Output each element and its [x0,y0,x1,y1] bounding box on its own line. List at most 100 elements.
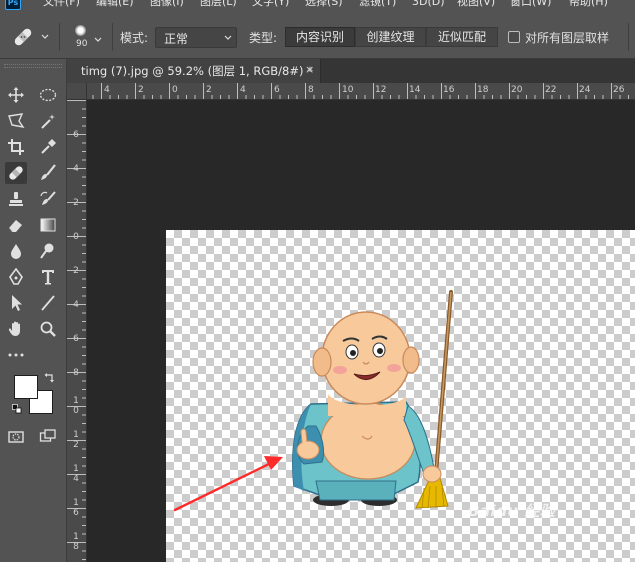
menu-type[interactable]: 文字(Y) [252,0,289,9]
vertical-ruler[interactable]: 6 4 2 0 2 4 6 8 10 12 14 16 18 [67,100,87,562]
clone-stamp-tool[interactable] [5,188,27,210]
ruler-label: 10 [342,85,354,95]
mode-select[interactable]: 正常 [155,27,237,48]
sample-all-layers-checkbox[interactable] [508,31,520,43]
lasso-tool[interactable] [5,110,27,132]
ruler-label: 6 [73,334,79,344]
watermark: Baidu 经验 [468,502,556,520]
divider [628,23,629,51]
photoshop-logo: Ps [5,0,21,10]
ruler-label: 2 [206,85,212,95]
menu-bar: Ps 文件(F) 编辑(E) 图像(I) 图层(L) 文字(Y) 选择(S) 滤… [0,0,635,11]
ruler-corner [67,83,87,100]
line-tool[interactable] [37,292,59,314]
divider [112,23,113,51]
screen-mode-icon [39,429,56,442]
default-colors-icon[interactable] [12,404,22,414]
magnifier-icon [40,321,56,337]
type-create-texture-button[interactable]: 创建纹理 [355,27,426,47]
ruler-label: 14 [73,464,79,484]
menu-help[interactable]: 帮助(H) [569,0,608,9]
ruler-label: 24 [579,85,591,95]
quick-mask-icon [8,431,24,443]
magic-wand-icon [41,114,55,129]
elliptical-marquee-icon [39,88,57,102]
menu-3d[interactable]: 3D(D) [412,0,445,9]
document-canvas[interactable] [166,230,635,562]
brush-tool[interactable] [37,162,59,184]
tool-preset-picker[interactable] [10,25,52,49]
document-tab-bar: timg (7).jpg @ 59.2% (图层 1, RGB/8#) * × [67,59,635,83]
type-tool[interactable] [37,266,59,288]
eyedropper-icon [41,139,56,154]
polygonal-lasso-icon [8,113,25,128]
divider [59,23,60,51]
ruler-label: 0 [73,232,79,242]
brush-picker[interactable]: 90 [66,23,106,53]
blur-tool[interactable] [5,240,27,262]
dodge-tool[interactable] [37,240,59,262]
document-tab[interactable]: timg (7).jpg @ 59.2% (图层 1, RGB/8#) * × [67,59,321,83]
menu-view[interactable]: 视图(V) [457,0,495,9]
options-bar: 90 模式: 正常 类型: 内容识别 创建纹理 近似匹配 对所有图层取样 [0,11,635,59]
eraser-tool[interactable] [5,214,27,236]
type-label: 类型: [249,31,278,45]
toolbar-grip[interactable] [4,64,62,68]
ruler-label: 6 [73,130,79,140]
ruler-label: 16 [443,85,455,95]
ruler-label: 2 [73,266,79,276]
menu-layer[interactable]: 图层(L) [200,0,237,9]
ruler-label: 26 [613,85,625,95]
zoom-tool[interactable] [37,318,59,340]
menu-image[interactable]: 图像(I) [150,0,184,9]
tools-panel [0,59,67,562]
ruler-label: 12 [375,85,387,95]
marquee-tool[interactable] [37,84,59,106]
crop-icon [8,139,24,155]
document-tab-title: timg (7).jpg @ 59.2% (图层 1, RGB/8#) * [81,64,313,78]
screen-mode-button[interactable] [37,426,59,448]
ruler-label: 22 [545,85,557,95]
ruler-label: 6 [274,85,280,95]
magic-wand-tool[interactable] [37,110,59,132]
path-selection-tool[interactable] [5,292,27,314]
hand-tool[interactable] [5,318,27,340]
arrow-cursor-icon [12,295,22,311]
mode-select-value: 正常 [164,32,189,46]
foreground-color-swatch[interactable] [14,375,38,399]
type-t-icon [42,270,54,285]
menu-edit[interactable]: 编辑(E) [96,0,134,9]
color-swatches [12,371,58,419]
type-proximity-match-button[interactable]: 近似匹配 [426,27,498,47]
line-icon [41,295,55,311]
menu-select[interactable]: 选择(S) [305,0,343,9]
spot-healing-brush-icon [14,28,32,46]
pen-tool[interactable] [5,266,27,288]
mode-label: 模式: [120,31,149,45]
menu-file[interactable]: 文件(F) [43,0,80,9]
eyedropper-tool[interactable] [37,136,59,158]
close-tab-icon[interactable]: × [305,63,314,76]
ruler-label: 0 [172,85,178,95]
ruler-label: 12 [73,430,79,450]
type-content-aware-button[interactable]: 内容识别 [285,27,355,47]
chevron-down-icon [41,34,49,39]
history-brush-tool[interactable] [37,188,59,210]
gradient-icon [40,218,56,232]
spot-healing-brush-icon [9,166,23,180]
ruler-label: 2 [73,198,79,208]
crop-tool[interactable] [5,136,27,158]
ruler-label: 16 [73,498,79,518]
healing-brush-tool[interactable] [5,162,27,184]
chevron-down-icon [94,37,102,42]
move-tool[interactable] [5,84,27,106]
move-icon [8,87,24,103]
swap-colors-icon[interactable] [44,372,55,383]
menu-window[interactable]: 窗口(W) [510,0,551,9]
quick-mask-button[interactable] [5,426,27,448]
document-workspace[interactable] [87,100,635,562]
menu-filter[interactable]: 滤镜(T) [359,0,396,9]
more-tools-button[interactable] [5,344,27,366]
horizontal-ruler[interactable]: 4 2 0 2 4 6 8 10 12 14 16 18 20 22 24 26 [67,83,635,100]
gradient-tool[interactable] [37,214,59,236]
